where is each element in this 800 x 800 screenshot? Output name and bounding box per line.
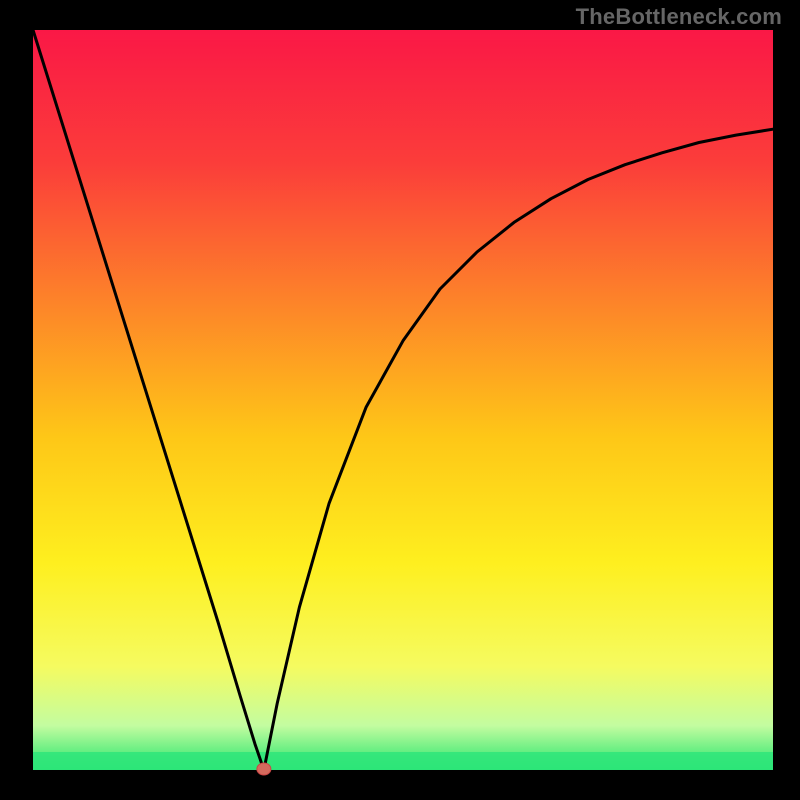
bottleneck-chart <box>0 0 800 800</box>
baseline-band <box>33 752 773 770</box>
plot-area <box>33 30 773 770</box>
attribution-text: TheBottleneck.com <box>576 4 782 30</box>
optimal-point-marker <box>257 763 271 775</box>
